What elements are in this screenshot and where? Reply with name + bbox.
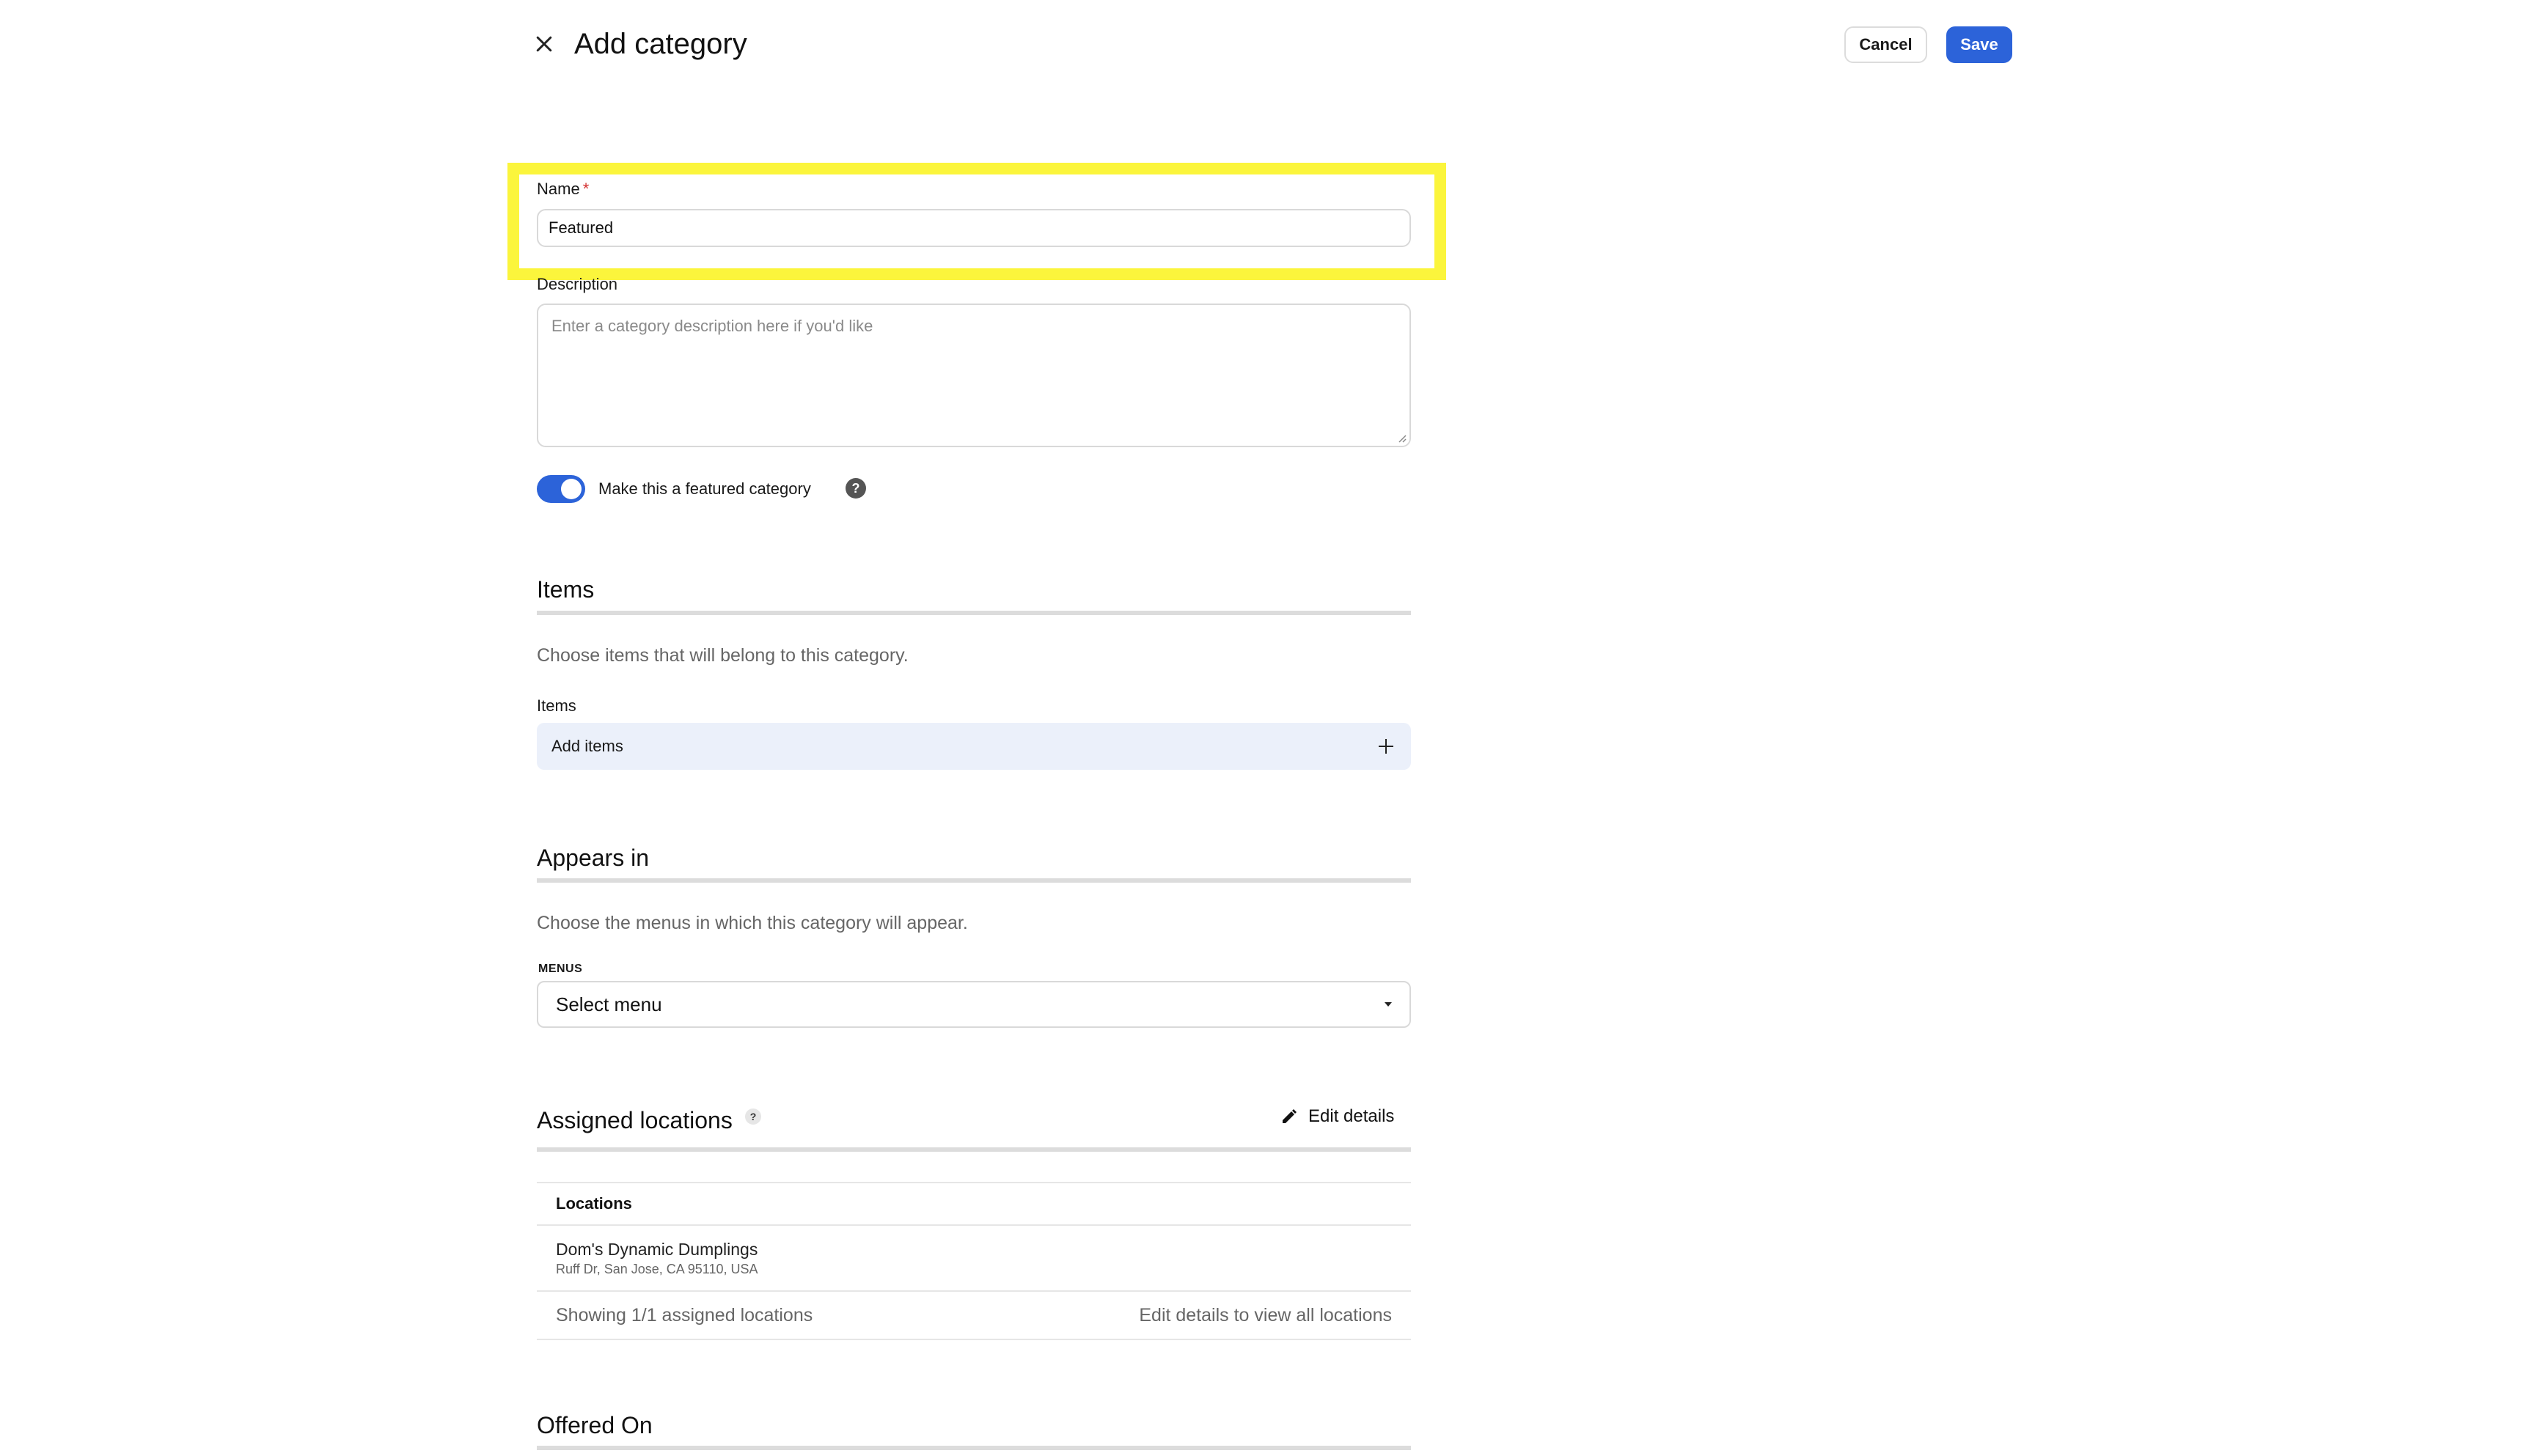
menu-select-value: Select menu (556, 993, 662, 1015)
pencil-icon (1283, 1109, 1297, 1123)
toggle-knob (561, 479, 582, 499)
section-divider (537, 1147, 1411, 1152)
page-title: Add category (574, 28, 747, 60)
location-name: Dom's Dynamic Dumplings (556, 1240, 758, 1259)
name-label-text: Name (537, 180, 580, 198)
help-icon[interactable]: ? (846, 478, 866, 499)
cancel-button[interactable]: Cancel (1844, 26, 1927, 63)
appears-in-section-title: Appears in (537, 845, 649, 871)
items-field-label: Items (537, 696, 576, 715)
edit-details-button[interactable]: Edit details (1280, 1103, 1394, 1130)
offered-on-section-title: Offered On (537, 1412, 653, 1438)
section-divider (537, 878, 1411, 883)
add-category-page: Add category Cancel Save Name * Featured … (0, 0, 2530, 1456)
table-row: Dom's Dynamic Dumplings Ruff Dr, San Jos… (537, 1226, 1411, 1292)
name-label: Name * (537, 179, 1411, 199)
description-textarea[interactable]: Enter a category description here if you… (537, 304, 1411, 447)
locations-count-text: Showing 1/1 assigned locations (556, 1304, 813, 1326)
add-items-label: Add items (551, 737, 623, 755)
location-address: Ruff Dr, San Jose, CA 95110, USA (556, 1262, 758, 1276)
save-button[interactable]: Save (1946, 26, 2012, 63)
featured-toggle[interactable] (537, 475, 585, 503)
description-placeholder: Enter a category description here if you… (551, 317, 873, 335)
resize-grip-icon[interactable] (1396, 433, 1407, 443)
chevron-down-icon (1385, 1002, 1392, 1007)
edit-details-label: Edit details (1308, 1106, 1395, 1126)
locations-footer-hint: Edit details to view all locations (1139, 1304, 1392, 1326)
locations-table-header: Locations (537, 1182, 1411, 1226)
close-button[interactable] (524, 23, 565, 65)
section-divider (537, 611, 1411, 615)
required-mark: * (582, 180, 590, 198)
locations-table-footer: Showing 1/1 assigned locations Edit deta… (537, 1292, 1411, 1340)
menus-label: MENUS (538, 963, 583, 975)
name-input[interactable]: Featured (537, 209, 1411, 247)
section-divider (537, 1446, 1411, 1450)
add-items-button[interactable]: Add items (537, 723, 1411, 770)
items-section-description: Choose items that will belong to this ca… (537, 645, 909, 666)
locations-table: Locations Dom's Dynamic Dumplings Ruff D… (537, 1182, 1411, 1340)
appears-in-section-description: Choose the menus in which this category … (537, 913, 968, 933)
close-icon (536, 36, 552, 52)
items-section-title: Items (537, 576, 595, 603)
description-label: Description (537, 275, 618, 293)
assigned-locations-section-title: Assigned locations (537, 1107, 733, 1133)
menu-select[interactable]: Select menu (537, 981, 1411, 1028)
plus-icon (1376, 736, 1396, 757)
featured-toggle-label: Make this a featured category (598, 479, 811, 498)
help-icon[interactable]: ? (745, 1108, 761, 1125)
